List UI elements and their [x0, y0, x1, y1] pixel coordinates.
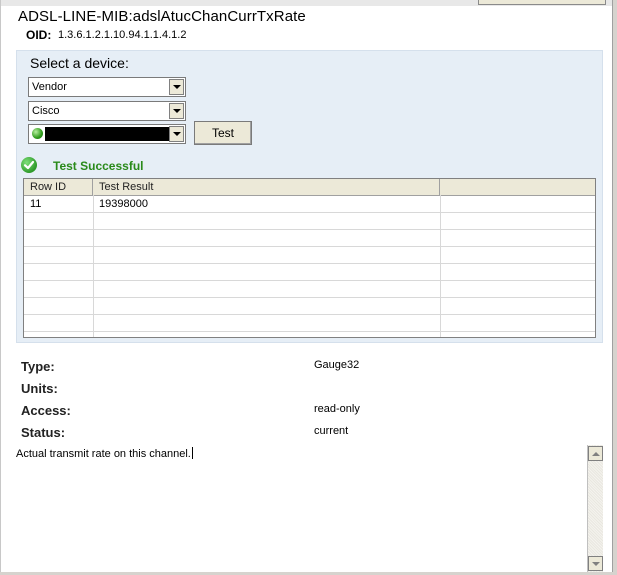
test-button[interactable]: Test — [194, 121, 252, 145]
arrow-up-icon — [591, 451, 600, 456]
table-row-empty — [24, 281, 595, 298]
top-tab-button[interactable] — [478, 0, 606, 5]
column-header-blank[interactable] — [440, 179, 595, 195]
units-label: Units: — [21, 381, 58, 396]
check-circle-icon — [21, 157, 37, 173]
redacted-device-name — [45, 127, 169, 141]
vendor-filter-value: Vendor — [32, 81, 67, 93]
scroll-down-button[interactable] — [588, 556, 603, 571]
description-text-wrap: Actual transmit rate on this channel. — [16, 447, 193, 460]
results-table[interactable]: Row ID Test Result 11 19398000 — [23, 178, 596, 338]
device-status-icon — [32, 128, 43, 139]
page-title: ADSL-LINE-MIB:adslAtucChanCurrTxRate — [18, 8, 306, 25]
table-row-empty — [24, 213, 595, 230]
chevron-down-icon[interactable] — [169, 103, 184, 119]
device-dropdown[interactable] — [28, 124, 186, 144]
chevron-down-icon[interactable] — [169, 126, 184, 142]
access-label: Access: — [21, 403, 71, 418]
vendor-filter-dropdown[interactable]: Vendor — [28, 77, 186, 97]
vendor-value: Cisco — [32, 105, 60, 117]
scroll-up-button[interactable] — [588, 446, 603, 461]
type-label: Type: — [21, 359, 55, 374]
select-device-label: Select a device: — [30, 55, 129, 71]
table-row-empty — [24, 230, 595, 247]
description-scrollbar[interactable] — [587, 445, 603, 572]
column-header-test-result[interactable]: Test Result — [93, 179, 440, 195]
arrow-down-icon — [591, 561, 600, 566]
table-row-empty — [24, 315, 595, 332]
table-row[interactable]: 11 19398000 — [24, 196, 595, 213]
table-row-empty — [24, 247, 595, 264]
vendor-dropdown[interactable]: Cisco — [28, 101, 186, 121]
test-result-cell: 19398000 — [99, 198, 148, 210]
description-textarea[interactable]: Actual transmit rate on this channel. — [14, 444, 604, 572]
table-row-empty — [24, 264, 595, 281]
top-strip — [0, 0, 617, 6]
column-header-row-id[interactable]: Row ID — [24, 179, 93, 195]
access-value: read-only — [314, 403, 360, 415]
status-value: current — [314, 425, 349, 437]
text-caret — [191, 447, 193, 459]
description-text: Actual transmit rate on this channel. — [16, 448, 191, 460]
oid-value: 1.3.6.1.2.1.10.94.1.1.4.1.2 — [58, 29, 187, 41]
status-label: Status: — [21, 425, 66, 440]
frame-left — [0, 0, 1, 575]
frame-right — [612, 0, 617, 575]
chevron-down-icon[interactable] — [169, 79, 184, 95]
row-id-cell: 11 — [30, 198, 42, 210]
blank-cell — [440, 196, 595, 213]
table-header: Row ID Test Result — [24, 179, 595, 196]
oid-label: OID: — [26, 28, 52, 42]
test-status-text: Test Successful — [53, 159, 144, 173]
table-row-empty — [24, 298, 595, 315]
type-value: Gauge32 — [314, 359, 360, 371]
